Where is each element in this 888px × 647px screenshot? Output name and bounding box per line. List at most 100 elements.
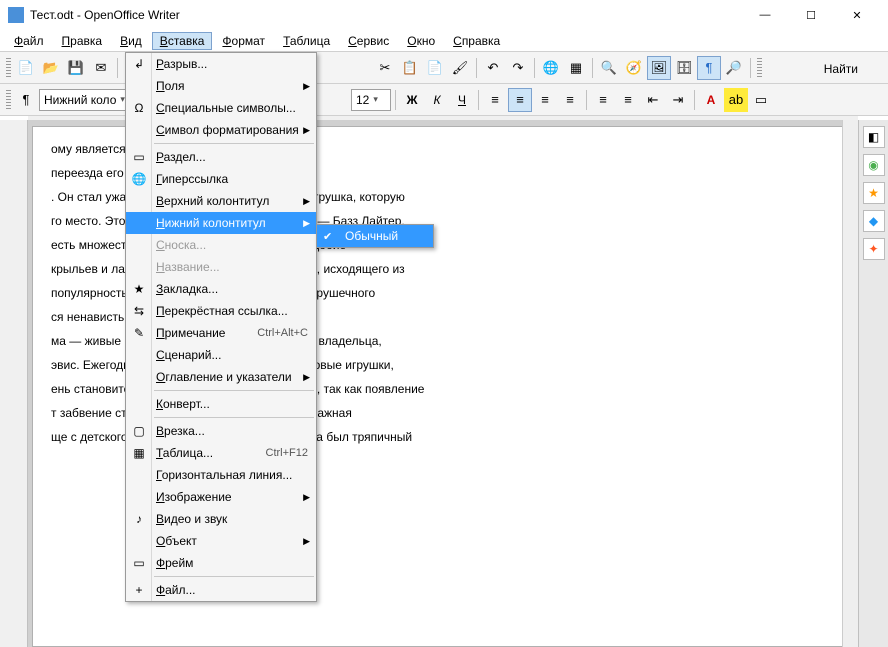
datasource-button[interactable]: 🗄 <box>672 56 696 80</box>
open-button[interactable]: 📂 <box>39 56 63 80</box>
redo-button[interactable]: ↷ <box>506 56 530 80</box>
numbered-list-button[interactable]: ≡ <box>591 88 615 112</box>
menu-separator <box>154 417 314 418</box>
menu-item[interactable]: Горизонтальная линия... <box>126 464 316 486</box>
find-label[interactable]: Найти <box>818 60 864 78</box>
menu-item-label: Горизонтальная линия... <box>156 468 292 482</box>
underline-button[interactable]: Ч <box>450 88 474 112</box>
menu-item[interactable]: ⇆Перекрёстная ссылка... <box>126 300 316 322</box>
indent-button[interactable]: ⇥ <box>666 88 690 112</box>
separator <box>395 90 396 110</box>
menu-item[interactable]: ▭Фрейм <box>126 552 316 574</box>
menu-формат[interactable]: Формат <box>214 32 273 50</box>
menu-item[interactable]: Нижний колонтитул▶ <box>126 212 316 234</box>
menu-item[interactable]: ▦Таблица...Ctrl+F12 <box>126 442 316 464</box>
paste-button[interactable]: 📄 <box>423 56 447 80</box>
menu-item-icon: ♪ <box>131 511 147 527</box>
footer-default-item[interactable]: ✔ Обычный <box>317 225 433 247</box>
menu-файл[interactable]: Файл <box>6 32 52 50</box>
menu-separator <box>154 576 314 577</box>
close-button[interactable]: ✕ <box>834 0 880 30</box>
font-color-button[interactable]: A <box>699 88 723 112</box>
vertical-scrollbar[interactable] <box>842 120 858 647</box>
sidebar-handle[interactable]: ◧ <box>863 126 885 148</box>
nonprint-button[interactable]: ¶ <box>697 56 721 80</box>
menu-item[interactable]: Поля▶ <box>126 75 316 97</box>
submenu-arrow-icon: ▶ <box>303 81 310 92</box>
maximize-button[interactable]: ☐ <box>788 0 834 30</box>
copy-button[interactable]: 📋 <box>398 56 422 80</box>
navigator-button[interactable]: 🧭 <box>622 56 646 80</box>
align-right-button[interactable]: ≡ <box>533 88 557 112</box>
sidebar-styles-icon[interactable]: ◆ <box>863 210 885 232</box>
menu-справка[interactable]: Справка <box>445 32 508 50</box>
separator <box>476 58 477 78</box>
menu-item-label: Разрыв... <box>156 57 207 71</box>
menu-item[interactable]: Объект▶ <box>126 530 316 552</box>
menu-item[interactable]: 🌐Гиперссылка <box>126 168 316 190</box>
bold-button[interactable]: Ж <box>400 88 424 112</box>
menu-вставка[interactable]: Вставка <box>152 32 213 50</box>
menu-item[interactable]: Символ форматирования▶ <box>126 119 316 141</box>
italic-button[interactable]: К <box>425 88 449 112</box>
cut-button[interactable]: ✂ <box>373 56 397 80</box>
hyperlink-button[interactable]: 🌐 <box>539 56 563 80</box>
find-button[interactable]: 🔍 <box>597 56 621 80</box>
separator <box>534 58 535 78</box>
zoom-button[interactable]: 🔎 <box>722 56 746 80</box>
bullet-list-button[interactable]: ≡ <box>616 88 640 112</box>
highlight-button[interactable]: ab <box>724 88 748 112</box>
vertical-ruler[interactable] <box>0 120 28 647</box>
menu-item[interactable]: ▭ Раздел... <box>126 146 316 168</box>
email-button[interactable]: ✉ <box>89 56 113 80</box>
gallery-button[interactable]: 🖼 <box>647 56 671 80</box>
menu-item-label: Сноска... <box>156 238 206 252</box>
undo-button[interactable]: ↶ <box>481 56 505 80</box>
styles-button[interactable]: ¶ <box>14 88 38 112</box>
menu-shortcut: Ctrl+F12 <box>266 447 309 459</box>
minimize-button[interactable]: — <box>742 0 788 30</box>
menu-item-label: Примечание <box>156 326 225 340</box>
menu-item[interactable]: ★Закладка... <box>126 278 316 300</box>
sidebar-func-icon[interactable]: ✦ <box>863 238 885 260</box>
format-paint-button[interactable]: 🖌 <box>448 56 472 80</box>
menu-item[interactable]: +Файл... <box>126 579 316 601</box>
new-button[interactable]: 📄 <box>14 56 38 80</box>
menu-item-icon: ▢ <box>131 423 147 439</box>
toolbar-grip[interactable] <box>6 90 11 110</box>
save-button[interactable]: 💾 <box>64 56 88 80</box>
toolbar-grip[interactable] <box>757 58 762 78</box>
menu-правка[interactable]: Правка <box>54 32 111 50</box>
menu-item-icon: ▭ <box>131 149 147 165</box>
menu-item[interactable]: Изображение▶ <box>126 486 316 508</box>
toolbar-grip[interactable] <box>6 58 11 78</box>
menu-item[interactable]: Оглавление и указатели▶ <box>126 366 316 388</box>
menu-item-label: Раздел... <box>156 150 206 164</box>
menu-item[interactable]: Сценарий... <box>126 344 316 366</box>
menu-item[interactable]: Верхний колонтитул▶ <box>126 190 316 212</box>
sidebar-gallery-icon[interactable]: ◉ <box>863 154 885 176</box>
sidebar-nav-icon[interactable]: ★ <box>863 182 885 204</box>
font-size-combo[interactable]: 12▾ <box>351 89 391 111</box>
bg-color-button[interactable]: ▭ <box>749 88 773 112</box>
font-size-value: 12 <box>356 93 369 107</box>
menu-item[interactable]: ♪Видео и звук <box>126 508 316 530</box>
footer-default-label: Обычный <box>345 229 398 243</box>
menu-таблица[interactable]: Таблица <box>275 32 338 50</box>
separator <box>750 58 751 78</box>
menu-item[interactable]: ✎ПримечаниеCtrl+Alt+C <box>126 322 316 344</box>
outdent-button[interactable]: ⇤ <box>641 88 665 112</box>
submenu-arrow-icon: ▶ <box>303 196 310 207</box>
menu-item[interactable]: ↲Разрыв... <box>126 53 316 75</box>
menu-item[interactable]: ΩСпециальные символы... <box>126 97 316 119</box>
menu-item[interactable]: Конверт... <box>126 393 316 415</box>
align-left-button[interactable]: ≡ <box>483 88 507 112</box>
align-center-button[interactable]: ≡ <box>508 88 532 112</box>
table-button[interactable]: ▦ <box>564 56 588 80</box>
align-justify-button[interactable]: ≡ <box>558 88 582 112</box>
menu-item-label: Сценарий... <box>156 348 221 362</box>
menu-сервис[interactable]: Сервис <box>340 32 397 50</box>
menu-вид[interactable]: Вид <box>112 32 150 50</box>
menu-item[interactable]: ▢Врезка... <box>126 420 316 442</box>
menu-окно[interactable]: Окно <box>399 32 443 50</box>
